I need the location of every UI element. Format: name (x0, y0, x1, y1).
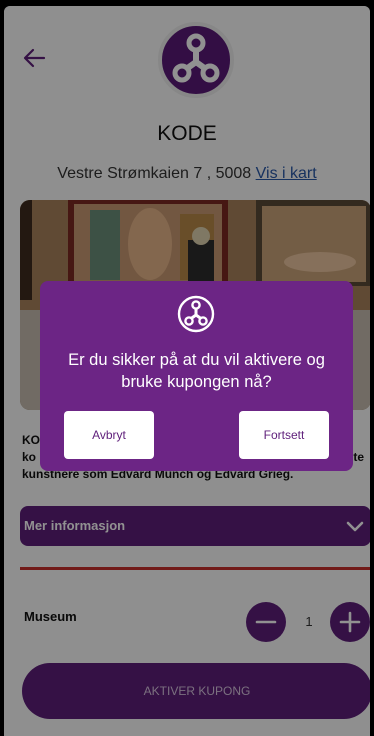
confirm-dialog: Er du sikker på at du vil aktivere og br… (40, 281, 353, 471)
continue-button[interactable]: Fortsett (239, 411, 329, 459)
dialog-message: Er du sikker på at du vil aktivere og br… (68, 351, 325, 391)
phone-frame: KODE Vestre Strømkaien 7 , 5008 Vis i ka… (0, 0, 374, 736)
three-node-logo-icon (177, 295, 215, 333)
cancel-button[interactable]: Avbryt (64, 411, 154, 459)
app-screen: KODE Vestre Strømkaien 7 , 5008 Vis i ka… (4, 6, 370, 736)
